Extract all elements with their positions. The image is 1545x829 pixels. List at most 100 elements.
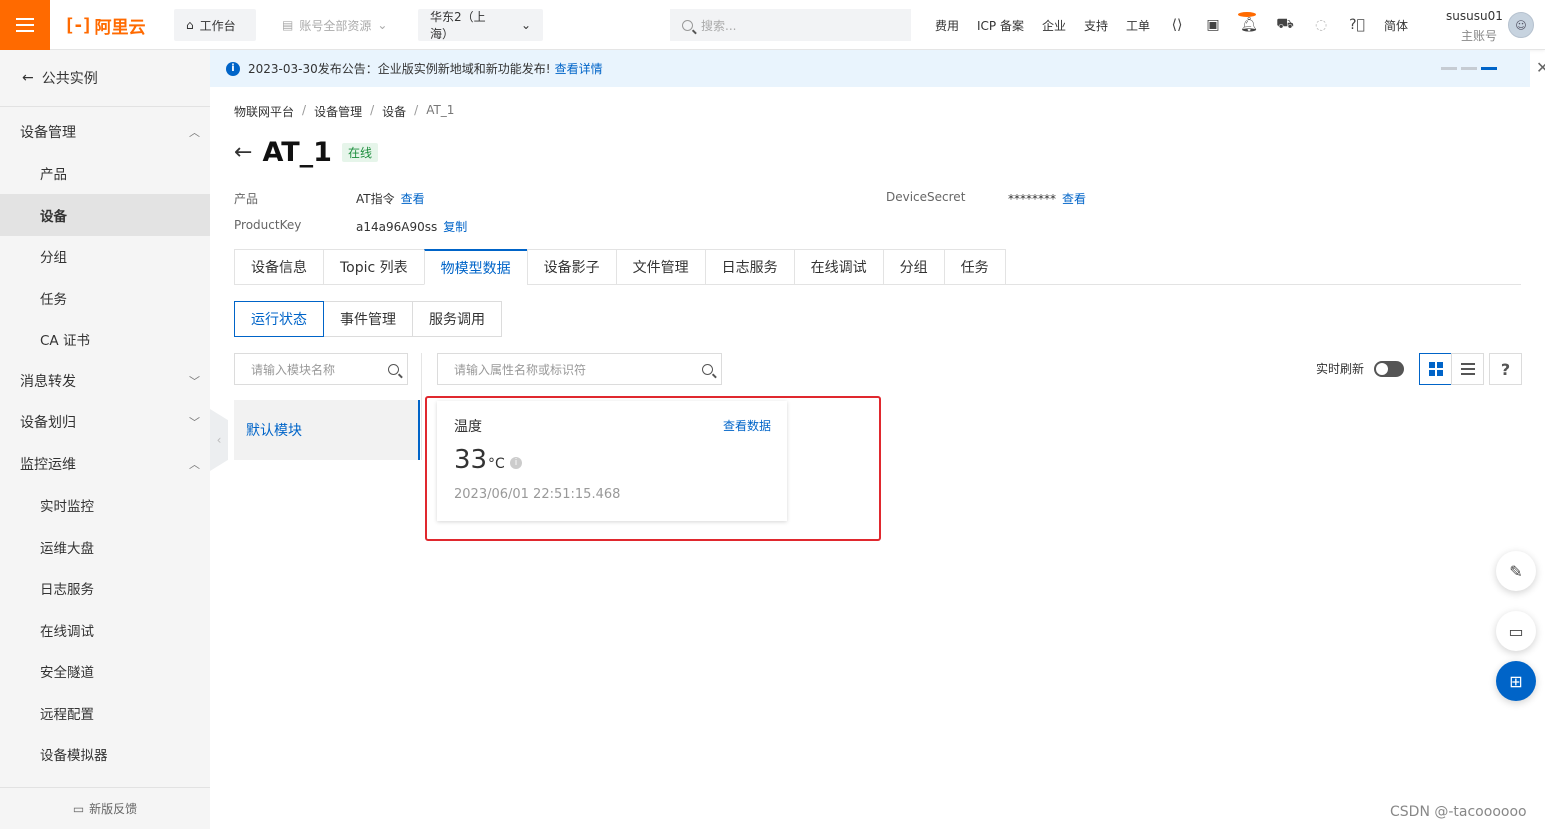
tab-label: 设备信息 (251, 260, 307, 276)
link-enterprise[interactable]: 企业 (1033, 17, 1075, 34)
grid-icon (1428, 362, 1443, 376)
link-support[interactable]: 支持 (1075, 17, 1117, 34)
announcement-bar: i 2023-03-30发布公告：企业版实例新地域和新功能发布! 查看详情 (210, 50, 1530, 87)
global-search-input[interactable]: 搜索... (670, 9, 911, 41)
annotation-highlight-box (425, 396, 881, 541)
apps-float-button[interactable]: ⊞ (1496, 661, 1536, 701)
sidebar-item-online-debug[interactable]: 在线调试 (0, 609, 210, 651)
list-view-button[interactable] (1451, 353, 1484, 385)
cart-icon[interactable]: ⛟ (1267, 0, 1303, 50)
sidebar-item-secure-tunnel[interactable]: 安全隧道 (0, 651, 210, 693)
property-search-placeholder: 请输入属性名称或标识符 (454, 362, 587, 377)
announcement-link[interactable]: 查看详情 (555, 60, 603, 77)
property-search-input[interactable]: 请输入属性名称或标识符 (437, 353, 722, 385)
item-label: 运维大盘 (40, 540, 94, 557)
tab-device-info[interactable]: 设备信息 (234, 249, 323, 285)
search-placeholder: 搜索... (701, 18, 737, 33)
sidebar-item-remote-config[interactable]: 远程配置 (0, 692, 210, 734)
tab-log-service[interactable]: 日志服务 (704, 249, 794, 285)
menu-icon[interactable] (0, 0, 50, 50)
link-icp[interactable]: ICP 备案 (968, 17, 1033, 34)
tab-online-debug[interactable]: 在线调试 (793, 249, 883, 285)
subtab-event-management[interactable]: 事件管理 (323, 301, 413, 337)
tab-device-shadow[interactable]: 设备影子 (526, 249, 616, 285)
sidebar-item-ca-cert[interactable]: CA 证书 (0, 319, 210, 361)
terminal-icon[interactable]: ▣ (1195, 0, 1231, 50)
product-label: 产品 (234, 192, 259, 206)
module-search-input[interactable]: 请输入模块名称 (234, 353, 408, 385)
sidebar: ← 公共实例 设备管理 ︿ 产品 设备 分组 任务 CA 证书 消息转发 ﹀ 设… (0, 50, 210, 829)
sidebar-item-product[interactable]: 产品 (0, 153, 210, 195)
aliyun-logo[interactable]: [-] 阿里云 (64, 13, 146, 38)
feedback-icon: ▭ (72, 801, 85, 816)
sidebar-item-group[interactable]: 分组 (0, 236, 210, 278)
item-label: 分组 (40, 250, 67, 267)
sidebar-collapse-handle[interactable]: ‹ (210, 409, 228, 471)
close-icon[interactable]: ✕ (1536, 58, 1545, 77)
workbench-button[interactable]: ⌂ 工作台 (174, 9, 256, 41)
breadcrumb-iot-platform[interactable]: 物联网平台 (234, 103, 294, 120)
region-select[interactable]: 华东2（上海） ⌄ (418, 9, 543, 41)
module-search-placeholder: 请输入模块名称 (251, 362, 336, 377)
sidebar-group-message-forwarding[interactable]: 消息转发 ﹀ (0, 360, 210, 402)
tab-file-management[interactable]: 文件管理 (615, 249, 705, 285)
sidebar-group-device-assignment[interactable]: 设备划归 ﹀ (0, 402, 210, 444)
subtab-running-status[interactable]: 运行状态 (234, 301, 324, 337)
breadcrumb-current: AT_1 (426, 103, 455, 117)
subtab-service-call[interactable]: 服务调用 (412, 301, 502, 337)
language-switch[interactable]: 简体 (1375, 17, 1417, 34)
bell-icon[interactable]: 🔔︎ (1231, 0, 1267, 50)
tab-tsl-data[interactable]: 物模型数据 (423, 249, 527, 285)
module-item-default[interactable]: 默认模块 (234, 400, 420, 460)
chat-float-button[interactable]: ▭ (1496, 611, 1536, 651)
feedback-button[interactable]: ▭ 新版反馈 (0, 787, 210, 829)
code-icon[interactable]: ⟨⟩ (1159, 0, 1195, 50)
announcement-pager[interactable] (1441, 67, 1497, 70)
search-icon[interactable] (702, 363, 713, 375)
user-name: sususu01 (1446, 9, 1503, 23)
resource-group-select[interactable]: ▤ 账号全部资源 ⌄ (270, 9, 404, 41)
sidebar-item-device-simulator[interactable]: 设备模拟器 (0, 734, 210, 776)
edit-float-button[interactable]: ✎ (1496, 551, 1536, 591)
bulb-icon[interactable]: ◌ (1303, 0, 1339, 50)
help-button[interactable]: ? (1489, 353, 1522, 385)
tab-label: 分组 (899, 260, 928, 276)
page-header: ← AT_1 在线 (234, 137, 378, 168)
breadcrumb: 物联网平台 / 设备管理 / 设备 / AT_1 (234, 103, 455, 120)
tab-topic-list[interactable]: Topic 列表 (323, 249, 424, 285)
group-label: 监控运维 (20, 456, 76, 473)
tab-task[interactable]: 任务 (943, 249, 1006, 285)
tab-label: 物模型数据 (440, 260, 511, 277)
breadcrumb-device-management[interactable]: 设备管理 (314, 103, 362, 120)
sidebar-group-device-management[interactable]: 设备管理 ︿ (0, 111, 210, 153)
sidebar-item-ops-dashboard[interactable]: 运维大盘 (0, 526, 210, 568)
sidebar-item-task[interactable]: 任务 (0, 277, 210, 319)
help-icon[interactable]: ?⃝ (1339, 0, 1375, 50)
item-label: 安全隧道 (40, 665, 94, 682)
item-label: 日志服务 (40, 582, 94, 599)
sidebar-group-monitoring[interactable]: 监控运维 ︿ (0, 443, 210, 485)
breadcrumb-device[interactable]: 设备 (382, 103, 406, 120)
sidebar-item-realtime-monitor[interactable]: 实时监控 (0, 485, 210, 527)
link-billing[interactable]: 费用 (926, 17, 968, 34)
back-arrow-icon[interactable]: ← (234, 140, 252, 165)
sidebar-item-device[interactable]: 设备 (0, 194, 210, 236)
chevron-down-icon: ⌄ (377, 18, 388, 32)
realtime-refresh-toggle[interactable] (1374, 360, 1405, 377)
devicesecret-value: ******** 查看 (1008, 190, 1086, 207)
user-role: 主账号 (1461, 29, 1498, 43)
grid-view-button[interactable] (1419, 353, 1452, 385)
link-ticket[interactable]: 工单 (1117, 17, 1159, 34)
sidebar-item-log-service[interactable]: 日志服务 (0, 568, 210, 610)
tab-group[interactable]: 分组 (882, 249, 944, 285)
list-icon (1460, 363, 1475, 375)
user-menu[interactable]: sususu01 主账号 ☺ (1430, 0, 1545, 50)
productkey-copy-link[interactable]: 复制 (443, 220, 467, 234)
devicesecret-view-link[interactable]: 查看 (1062, 192, 1086, 206)
logo-mark-icon: [-] (64, 14, 92, 36)
sidebar-back-button[interactable]: ← 公共实例 (0, 50, 210, 107)
search-icon[interactable] (388, 363, 399, 375)
product-view-link[interactable]: 查看 (401, 192, 425, 206)
device-tabs: 设备信息 Topic 列表 物模型数据 设备影子 文件管理 日志服务 在线调试 … (234, 249, 1521, 285)
home-icon: ⌂ (186, 18, 194, 32)
